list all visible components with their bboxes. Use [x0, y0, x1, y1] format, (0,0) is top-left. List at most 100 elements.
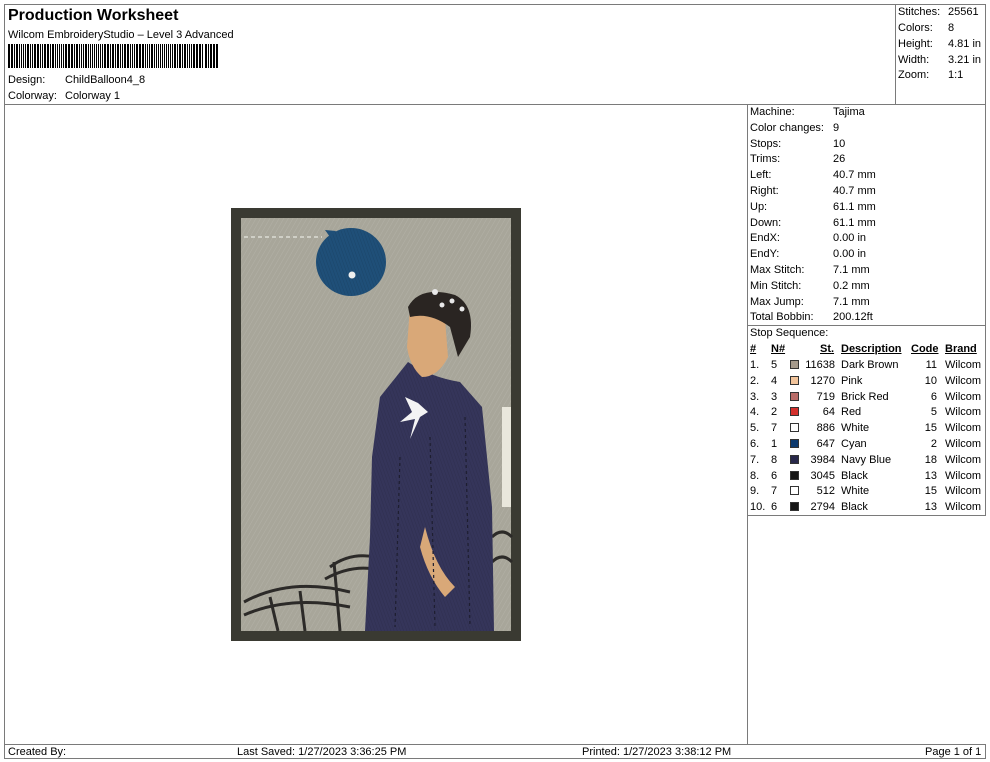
stitch-count: 11638 — [805, 359, 835, 371]
down-value: 61.1 mm — [833, 217, 876, 229]
needle-number: 2 — [771, 406, 778, 419]
up-label: Up: — [750, 201, 768, 213]
row-number: 7. — [750, 453, 760, 466]
zoom-value: 1:1 — [948, 69, 964, 81]
thread-brand: Wilcom — [945, 485, 982, 498]
color-code: 6 — [930, 390, 937, 403]
color-swatch — [790, 470, 799, 480]
color-description: Red — [841, 406, 862, 419]
color-code: 5 — [930, 406, 937, 419]
color-description: White — [841, 422, 870, 435]
row-number: 9. — [750, 485, 760, 498]
stitch-count: 3045 — [810, 469, 835, 482]
stops-label: Stops: — [750, 138, 782, 150]
header-num: # — [750, 343, 757, 355]
color-description: Pink — [841, 374, 863, 387]
stitch-count: 1270 — [810, 374, 835, 387]
software-subtitle: Wilcom EmbroideryStudio – Level 3 Advanc… — [8, 29, 234, 41]
table-row: 7. 8 3984 Navy Blue 18 Wilcom — [750, 453, 986, 468]
color-swatch — [790, 391, 799, 401]
design-label: Design: — [8, 74, 46, 86]
row-number: 2. — [750, 374, 760, 387]
embroidery-preview — [231, 208, 521, 641]
left-label: Left: — [750, 169, 772, 181]
endx-value: 0.00 in — [833, 232, 867, 244]
created-by: Created By: — [8, 746, 67, 758]
needle-number: 7 — [771, 485, 778, 498]
color-swatch — [790, 502, 799, 512]
machine-value: Tajima — [833, 106, 865, 118]
colorway-label: Colorway: — [8, 90, 57, 102]
color-description: Brick Red — [841, 390, 889, 403]
right-label: Right: — [750, 185, 779, 197]
color-description: Black — [841, 469, 868, 482]
colorway-value: Colorway 1 — [65, 90, 121, 102]
endx-label: EndX: — [750, 232, 780, 244]
table-row: 1. 5 11638 Dark Brown 11 Wilcom — [750, 358, 986, 373]
table-row: 9. 7 512 White 15 Wilcom — [750, 484, 986, 499]
color-swatch — [790, 375, 799, 385]
thread-brand: Wilcom — [945, 359, 982, 371]
thread-brand: Wilcom — [945, 406, 982, 419]
color-code: 2 — [930, 438, 937, 450]
color-description: Navy Blue — [841, 453, 892, 466]
width-value: 3.21 in — [948, 54, 982, 66]
left-value: 40.7 mm — [833, 169, 876, 181]
row-number: 5. — [750, 422, 760, 435]
machine-label: Machine: — [750, 106, 795, 118]
needle-number: 6 — [771, 501, 778, 514]
color-swatch — [790, 360, 799, 369]
stitches-label: Stitches: — [898, 6, 941, 18]
color-code: 13 — [924, 501, 937, 514]
endy-value: 0.00 in — [833, 248, 867, 260]
up-value: 61.1 mm — [833, 201, 876, 213]
needle-number: 7 — [771, 422, 778, 435]
color-swatch — [790, 407, 799, 417]
stitch-count: 64 — [822, 406, 835, 419]
page-title: Production Worksheet — [8, 7, 179, 24]
trims-value: 26 — [833, 153, 846, 165]
color-description: Dark Brown — [841, 359, 899, 371]
needle-number: 8 — [771, 453, 778, 466]
barcode — [8, 44, 218, 68]
max-jump-value: 7.1 mm — [833, 296, 870, 308]
row-number: 3. — [750, 390, 760, 403]
stitch-count: 512 — [816, 485, 835, 498]
right-value: 40.7 mm — [833, 185, 876, 197]
max-stitch-label: Max Stitch: — [750, 264, 805, 276]
thread-brand: Wilcom — [945, 374, 982, 387]
color-description: Black — [841, 501, 868, 514]
thread-brand: Wilcom — [945, 501, 982, 514]
total-bobbin-value: 200.12ft — [833, 311, 873, 323]
header-brand: Brand — [945, 343, 977, 355]
trims-label: Trims: — [750, 153, 781, 165]
color-swatch — [790, 439, 799, 448]
header-code: Code — [911, 343, 939, 355]
table-row: 4. 2 64 Red 5 Wilcom — [750, 405, 986, 420]
thread-brand: Wilcom — [945, 469, 982, 482]
header-stitches: St. — [820, 343, 835, 355]
header-description: Description — [841, 343, 902, 355]
zoom-label: Zoom: — [898, 69, 930, 81]
color-changes-label: Color changes: — [750, 122, 824, 134]
thread-brand: Wilcom — [945, 390, 982, 403]
needle-number: 4 — [771, 374, 778, 387]
row-number: 1. — [750, 359, 760, 371]
color-swatch — [790, 454, 799, 464]
table-row: 5. 7 886 White 15 Wilcom — [750, 421, 986, 436]
color-description: Cyan — [841, 438, 867, 450]
color-code: 15 — [924, 422, 937, 435]
thread-brand: Wilcom — [945, 453, 982, 466]
stitch-count: 2794 — [810, 501, 835, 514]
color-swatch — [790, 423, 799, 433]
row-number: 8. — [750, 469, 760, 482]
color-code: 15 — [924, 485, 937, 498]
min-stitch-label: Min Stitch: — [750, 280, 802, 292]
footer-panel — [4, 744, 986, 759]
total-bobbin-label: Total Bobbin: — [750, 311, 814, 323]
design-value: ChildBalloon4_8 — [65, 74, 146, 86]
width-label: Width: — [898, 54, 930, 66]
down-label: Down: — [750, 217, 782, 229]
max-jump-label: Max Jump: — [750, 296, 804, 308]
endy-label: EndY: — [750, 248, 780, 260]
